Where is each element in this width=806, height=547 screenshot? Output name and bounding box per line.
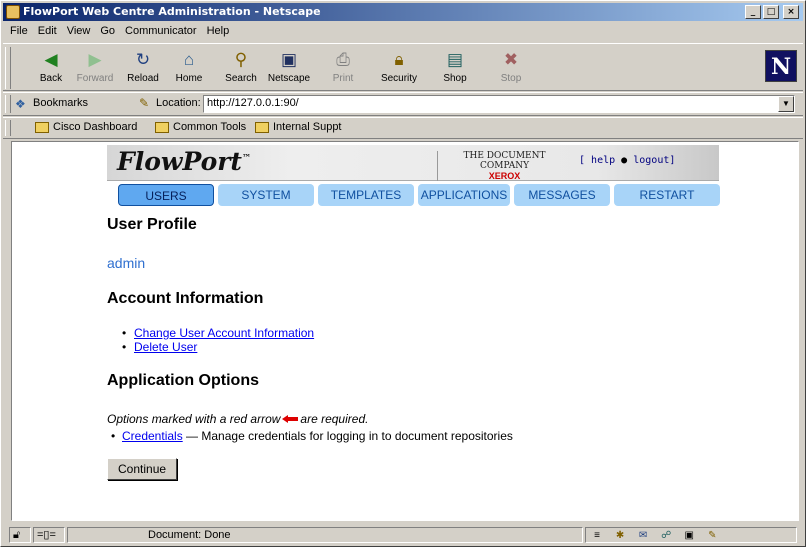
navigator-icon[interactable]: ✱ [612,530,628,542]
list-item: Change User Account Information [134,326,314,340]
bookmarks-button[interactable]: Bookmarks [33,97,88,109]
tab-applications[interactable]: APPLICATIONS [418,184,510,206]
home-button[interactable]: ⌂ Home [165,46,213,90]
minimize-button[interactable]: _ [745,5,761,19]
user-profile-heading: User Profile [107,216,197,233]
main-nav: USERS SYSTEM TEMPLATES APPLICATIONS MESS… [118,184,720,206]
menu-edit[interactable]: Edit [33,22,62,40]
url-text: http://127.0.0.1:90/ [207,97,299,109]
bookmarks-icon[interactable]: ❖ [15,97,31,111]
delete-user-link[interactable]: Delete User [134,340,197,354]
credentials-description: — Manage credentials for logging in to d… [186,429,513,443]
change-user-account-link[interactable]: Change User Account Information [134,326,314,340]
bookmark-internal-suppt[interactable]: Internal Suppt [255,121,342,133]
security-button[interactable]: 🔒︎ Security [375,46,423,90]
folder-icon [35,121,49,133]
stop-button[interactable]: ✖ Stop [487,46,535,90]
navigation-toolbar: ◀ Back ▶ Forward ↻ Reload ⌂ Home ⚲ Search ▣ Ne… [3,43,803,91]
forward-button[interactable]: ▶ Forward [71,46,119,90]
list-item: Delete User [134,340,314,354]
menu-communicator[interactable]: Communicator [120,22,202,40]
menu-go[interactable]: Go [95,22,120,40]
menu-help[interactable]: Help [202,22,235,40]
folder-icon [255,121,269,133]
back-button[interactable]: ◀ Back [27,46,75,90]
required-note: Options marked with a red arrow are requ… [107,412,369,426]
browser-window: FlowPort Web Centre Administration - Net… [0,0,806,547]
username: admin [107,255,146,271]
netscape-icon: ▣ [280,50,298,69]
netscape-logo[interactable]: N [765,50,797,82]
help-link[interactable]: help [591,155,615,166]
toolbar-grip[interactable] [5,47,11,89]
continue-button[interactable]: Continue [107,458,178,480]
reload-icon: ↻ [135,50,151,69]
location-grip[interactable] [5,95,11,113]
personal-grip[interactable] [5,120,11,136]
location-icon[interactable]: ✎ [139,96,153,110]
tab-system[interactable]: SYSTEM [218,184,314,206]
back-arrow-icon: ◀ [44,50,58,69]
xerox-logo: THE DOCUMENT COMPANY XEROX [437,151,567,181]
component-bar: ≡ ✱ ✉ ☍ ▣ ✎ [585,527,797,543]
location-label: Location: [156,97,201,109]
newsgroups-icon[interactable]: ☍ [658,530,674,542]
menu-bar: File Edit View Go Communicator Help [5,22,234,40]
help-logout-links: [ help ● logout] [579,155,676,166]
flowport-logo: FlowPort™ [117,147,251,176]
address-book-icon[interactable]: ▣ [681,530,697,542]
print-button[interactable]: ⎙ Print [319,46,367,90]
shop-icon: ▤ [446,50,464,69]
credentials-link[interactable]: Credentials [122,429,183,443]
account-information-heading: Account Information [107,290,264,307]
home-icon: ⌂ [183,50,195,69]
search-button[interactable]: ⚲ Search [217,46,265,90]
security-status-icon[interactable]: 🔓︎ [9,527,31,543]
location-bar: ❖ Bookmarks ✎ Location: http://127.0.0.1… [3,92,803,116]
menu-view[interactable]: View [62,22,96,40]
composer-icon[interactable]: ✎ [704,530,720,542]
mail-icon[interactable]: ✉ [635,530,651,542]
status-bar: 🔓︎ =▯= Document: Done ≡ ✱ ✉ ☍ ▣ ✎ [3,526,803,544]
print-icon: ⎙ [336,50,350,69]
page-content: FlowPort™ THE DOCUMENT COMPANY XEROX [ h… [11,141,799,521]
flowport-banner: FlowPort™ THE DOCUMENT COMPANY XEROX [ h… [107,145,719,181]
tab-restart[interactable]: RESTART [614,184,720,206]
status-text: Document: Done [67,527,583,543]
folder-icon [155,121,169,133]
lock-icon: 🔒︎ [394,50,404,69]
reload-button[interactable]: ↻ Reload [119,46,167,90]
bookmark-common-tools[interactable]: Common Tools [155,121,246,133]
bookmark-cisco-dashboard[interactable]: Cisco Dashboard [35,121,137,133]
maximize-button[interactable]: □ [763,5,779,19]
url-field[interactable]: http://127.0.0.1:90/ ▼ [203,95,795,113]
netscape-button[interactable]: ▣ Netscape [265,46,313,90]
netscape-app-icon [6,5,20,19]
window-title: FlowPort Web Centre Administration - Net… [23,5,321,18]
stop-icon: ✖ [503,50,519,69]
menu-icon[interactable]: ≡ [589,530,605,542]
url-dropdown-icon[interactable]: ▼ [778,96,794,112]
logout-link[interactable]: logout [633,155,669,166]
menu-file[interactable]: File [5,22,33,40]
application-options-heading: Application Options [107,372,259,389]
close-button[interactable]: × [783,5,799,19]
shop-button[interactable]: ▤ Shop [431,46,479,90]
connection-status-icon: =▯= [33,527,65,543]
account-links: Change User Account Information Delete U… [134,326,314,354]
tab-users[interactable]: USERS [118,184,214,206]
tab-messages[interactable]: MESSAGES [514,184,610,206]
search-icon: ⚲ [234,50,248,69]
credentials-item: Credentials — Manage credentials for log… [111,429,513,443]
forward-arrow-icon: ▶ [88,50,102,69]
tab-templates[interactable]: TEMPLATES [318,184,414,206]
red-arrow-icon [282,415,299,423]
personal-toolbar: Cisco Dashboard Common Tools Internal Su… [3,117,803,139]
title-bar: FlowPort Web Centre Administration - Net… [3,3,803,21]
